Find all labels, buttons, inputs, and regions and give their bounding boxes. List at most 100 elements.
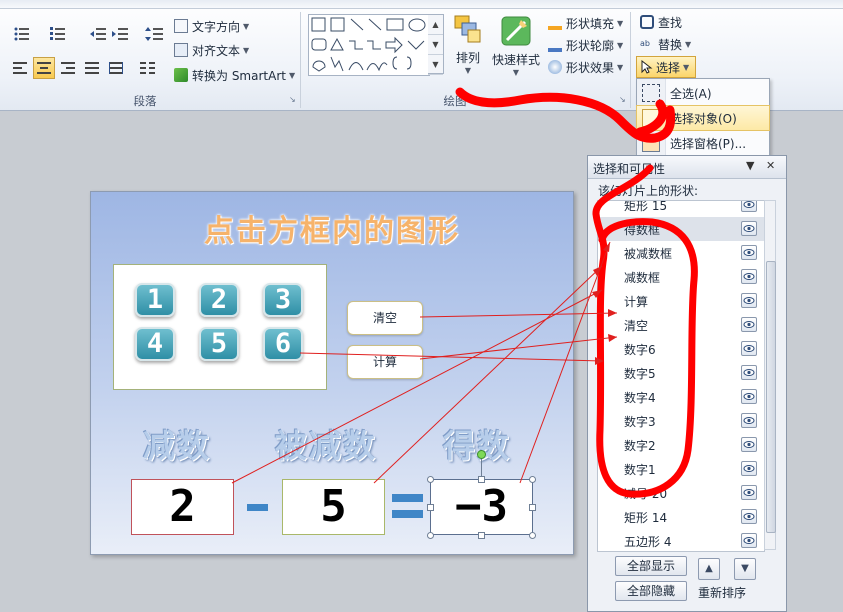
text-direction-button[interactable]: 文字方向 ▼ — [174, 16, 249, 36]
hide-all-button[interactable]: 全部隐藏 — [615, 581, 687, 601]
shape-list-item[interactable]: 计算 — [598, 289, 764, 313]
clear-button[interactable]: 清空 — [347, 301, 423, 335]
move-up-icon[interactable]: ▲ — [698, 558, 720, 580]
calc-button[interactable]: 计算 — [347, 345, 423, 379]
shape-list-item[interactable]: 数字3 — [598, 409, 764, 433]
shape-list-item[interactable]: 五边形 4 — [598, 529, 764, 551]
rotation-handle[interactable] — [477, 450, 486, 459]
paragraph-dialog-launcher-icon[interactable]: ↘ — [289, 96, 297, 104]
shape-list-item[interactable]: 数字2 — [598, 433, 764, 457]
shape-list-item[interactable]: 得数框 — [598, 217, 764, 241]
slide-canvas[interactable]: 点击方框内的图形 1 2 3 4 5 6 清空 计算 减数 被减数 得数 2 5… — [90, 191, 574, 555]
resize-handle[interactable] — [427, 532, 434, 539]
shape-outline-label: 形状轮廓 — [566, 38, 615, 53]
shape-name: 五边形 4 — [624, 535, 672, 549]
visibility-eye-icon[interactable] — [741, 245, 757, 260]
resize-handle[interactable] — [427, 476, 434, 483]
distributed-icon[interactable] — [106, 58, 126, 78]
align-text-icon — [174, 43, 188, 57]
decrease-indent-icon[interactable] — [88, 24, 108, 44]
drawing-dialog-launcher-icon[interactable]: ↘ — [619, 96, 627, 104]
increase-indent-icon[interactable] — [110, 24, 130, 44]
move-down-icon[interactable]: ▼ — [734, 558, 756, 580]
arrange-button[interactable]: 排列 ▼ — [450, 14, 486, 75]
shape-list-item[interactable]: 数字1 — [598, 457, 764, 481]
bullets-icon[interactable] — [12, 24, 32, 44]
shape-list-item[interactable]: 矩形 14 — [598, 505, 764, 529]
align-text-button[interactable]: 对齐文本 ▼ — [174, 40, 249, 60]
visibility-eye-icon[interactable] — [741, 509, 757, 524]
selection-pane-subtitle: 该幻灯片上的形状: — [598, 184, 699, 198]
shape-outline-button[interactable]: 形状轮廓 ▼ — [548, 35, 623, 55]
pane-options-icon[interactable]: ▼ — [746, 159, 754, 172]
visibility-eye-icon[interactable] — [741, 389, 757, 404]
scrollbar-thumb[interactable] — [766, 261, 776, 533]
show-all-button[interactable]: 全部显示 — [615, 556, 687, 576]
subtrahend-box[interactable]: 2 — [131, 479, 234, 535]
resize-handle[interactable] — [529, 532, 536, 539]
scroll-down-icon[interactable]: ▼ — [428, 35, 443, 55]
shape-list-item[interactable]: 减数框 — [598, 265, 764, 289]
shape-list-item[interactable]: 数字5 — [598, 361, 764, 385]
convert-smartart-button[interactable]: 转换为 SmartArt ▼ — [174, 65, 295, 85]
menu-item-select-objects[interactable]: 选择对象(O) — [636, 105, 770, 131]
quick-styles-button[interactable]: 快速样式 ▼ — [490, 14, 542, 77]
line-spacing-icon[interactable] — [144, 24, 164, 44]
align-center-icon[interactable] — [33, 57, 55, 79]
paint-bucket-icon — [548, 16, 562, 30]
replace-button[interactable]: ab 替换 ▼ — [640, 34, 691, 54]
visibility-eye-icon[interactable] — [741, 365, 757, 380]
close-icon[interactable]: ✕ — [766, 159, 775, 172]
shape-list-item[interactable]: 减号 20 — [598, 481, 764, 505]
visibility-eye-icon[interactable] — [741, 317, 757, 332]
visibility-eye-icon[interactable] — [741, 437, 757, 452]
visibility-eye-icon[interactable] — [741, 461, 757, 476]
scroll-up-icon[interactable]: ▲ — [428, 15, 443, 35]
shape-list-item[interactable]: 矩形 15 — [598, 201, 764, 217]
visibility-eye-icon[interactable] — [741, 293, 757, 308]
align-right-icon[interactable] — [58, 58, 78, 78]
align-left-icon[interactable] — [10, 58, 30, 78]
smartart-icon — [174, 68, 188, 82]
number-key-2[interactable]: 2 — [199, 283, 239, 317]
shape-list-item[interactable]: 被减数框 — [598, 241, 764, 265]
visibility-eye-icon[interactable] — [741, 485, 757, 500]
shape-list-item[interactable]: 数字4 — [598, 385, 764, 409]
minuend-box[interactable]: 5 — [282, 479, 385, 535]
number-key-6[interactable]: 6 — [263, 327, 303, 361]
menu-item-select-all[interactable]: 全选(A) — [637, 81, 769, 105]
select-button[interactable]: 选择 ▼ — [636, 56, 696, 78]
resize-handle[interactable] — [427, 504, 434, 511]
menu-item-selection-pane[interactable]: 选择窗格(P)... — [637, 131, 769, 155]
visibility-eye-icon[interactable] — [741, 201, 757, 212]
visibility-eye-icon[interactable] — [741, 269, 757, 284]
shape-fill-button[interactable]: 形状填充 ▼ — [548, 13, 623, 33]
shapes-gallery[interactable] — [308, 14, 430, 76]
number-key-3[interactable]: 3 — [263, 283, 303, 317]
shape-list-scrollbar[interactable] — [764, 200, 776, 550]
result-box[interactable]: −3 — [430, 479, 533, 535]
shapes-gallery-icons — [311, 17, 426, 72]
shape-list-item[interactable]: 清空 — [598, 313, 764, 337]
resize-handle[interactable] — [529, 504, 536, 511]
resize-handle[interactable] — [478, 476, 485, 483]
justify-icon[interactable] — [82, 58, 102, 78]
resize-handle[interactable] — [529, 476, 536, 483]
resize-handle[interactable] — [478, 532, 485, 539]
find-button[interactable]: 查找 — [640, 12, 682, 32]
slide-title[interactable]: 点击方框内的图形 — [91, 206, 573, 250]
number-key-1[interactable]: 1 — [135, 283, 175, 317]
shape-effects-button[interactable]: 形状效果 ▼ — [548, 57, 623, 77]
visibility-eye-icon[interactable] — [741, 413, 757, 428]
gallery-more-icon[interactable]: ▼ — [428, 55, 443, 75]
columns-icon[interactable] — [138, 58, 158, 78]
visibility-eye-icon[interactable] — [741, 221, 757, 236]
number-key-4[interactable]: 4 — [135, 327, 175, 361]
shape-fill-label: 形状填充 — [566, 16, 615, 31]
visibility-eye-icon[interactable] — [741, 533, 757, 548]
numbering-icon[interactable] — [48, 24, 68, 44]
visibility-eye-icon[interactable] — [741, 341, 757, 356]
number-key-5[interactable]: 5 — [199, 327, 239, 361]
shapes-gallery-scrollbar[interactable]: ▲ ▼ ▼ — [428, 14, 444, 75]
shape-list-item[interactable]: 数字6 — [598, 337, 764, 361]
